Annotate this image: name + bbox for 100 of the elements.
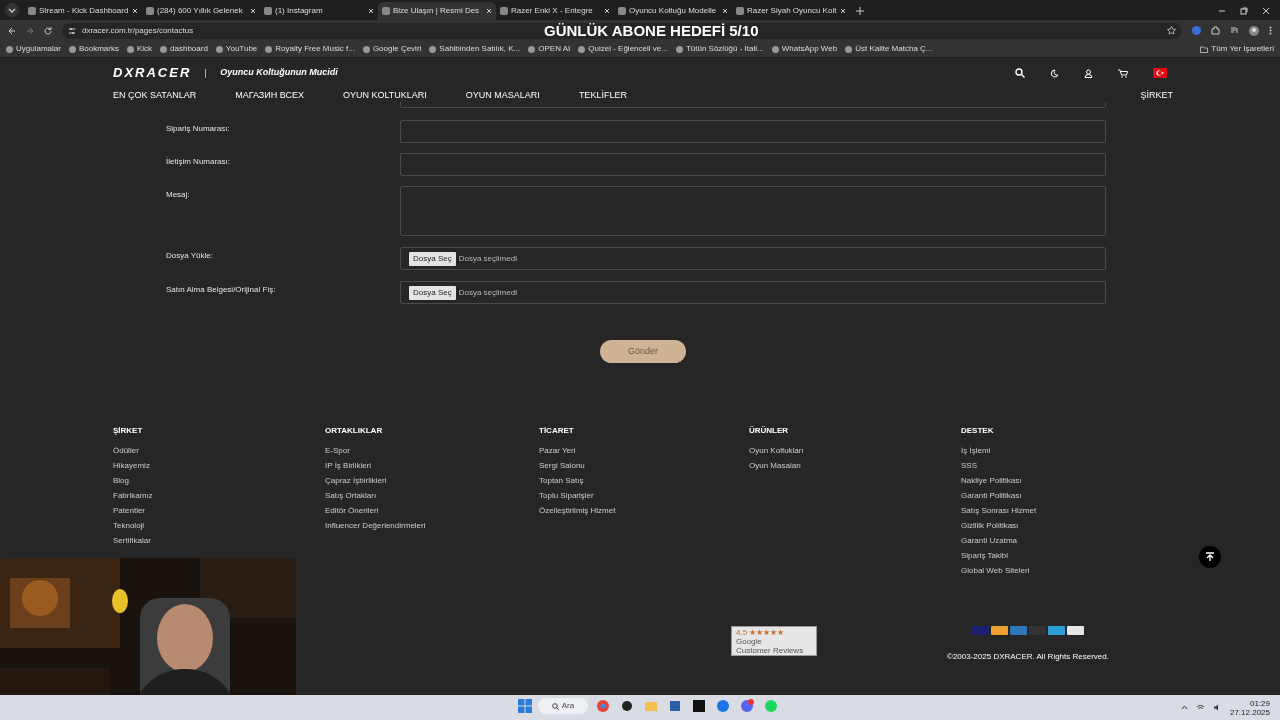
bookmark-item[interactable]: WhatsApp Web xyxy=(771,43,838,55)
footer-link[interactable]: Oyun Masaları xyxy=(749,461,802,471)
forward-icon[interactable] xyxy=(26,26,34,35)
footer-link[interactable]: Pazar Yeri xyxy=(539,446,576,456)
browser-tab[interactable]: Razer Siyah Oyuncu Kolt xyxy=(732,2,850,20)
submit-button[interactable]: Gönder xyxy=(600,340,686,363)
browser-tab[interactable]: (284) 600 Yıllık Gelenek xyxy=(142,2,260,20)
footer-link[interactable]: Editör Önerileri xyxy=(325,506,379,516)
footer-link[interactable]: Toptan Satış xyxy=(539,476,584,486)
nav-link[interactable]: OYUN KOLTUKLARI xyxy=(343,89,427,103)
dropdown-icon[interactable] xyxy=(4,2,20,18)
footer-link[interactable]: Blog xyxy=(113,476,129,486)
bookmark-item[interactable]: Quizei - Eğlenceli ve... xyxy=(578,43,668,55)
review-badge[interactable]: 4.5 ★★★★★ Google Customer Reviews xyxy=(731,626,817,656)
chevron-up-icon[interactable] xyxy=(1180,705,1188,710)
footer-link[interactable]: Satış Ortakları xyxy=(325,491,377,501)
network-icon[interactable] xyxy=(1195,704,1205,711)
bookmark-item[interactable]: Üst Kalite Matcha Ç... xyxy=(845,43,933,55)
footer-link[interactable]: Sertifikalar xyxy=(113,536,151,546)
footer-link[interactable]: Sergi Salonu xyxy=(539,461,585,471)
footer-link[interactable]: Oyun Koltukları xyxy=(749,446,804,456)
bookmark-item[interactable]: Tütün Sözlüğü - İtali... xyxy=(675,43,764,55)
browser-tab[interactable]: Oyuncu Koltuğu Modelle xyxy=(614,2,732,20)
avatar-icon[interactable] xyxy=(1249,25,1259,36)
footer-link[interactable]: İş İşlemi xyxy=(961,446,991,456)
bookmark-item[interactable]: Royalty Free Music f... xyxy=(265,43,355,55)
close-icon[interactable] xyxy=(604,8,610,14)
browser-tab[interactable]: Razer Enki X - Entegre xyxy=(496,2,614,20)
app-icon[interactable] xyxy=(620,699,634,713)
file-upload-field[interactable]: Dosya Seç Dosya seçilmedi xyxy=(400,247,1106,270)
user-icon[interactable] xyxy=(1084,68,1093,78)
footer-link[interactable]: IP İş Birlikleri xyxy=(325,461,372,471)
bookmark-item[interactable]: dashboard xyxy=(160,43,208,55)
store-icon[interactable] xyxy=(668,699,682,713)
chat-icon[interactable] xyxy=(740,699,754,713)
browser-icon[interactable] xyxy=(596,699,610,713)
all-bookmarks[interactable]: Tüm Yer İşaretleri xyxy=(1200,43,1274,55)
bookmark-item[interactable]: OPEN AI xyxy=(528,43,571,55)
browser-tab[interactable]: Bize Ulaşın | Resmi Des xyxy=(378,2,496,20)
footer-link[interactable]: Patentler xyxy=(113,506,146,516)
footer-link[interactable]: Garanti Uzatma xyxy=(961,536,1018,546)
nav-link[interactable]: TEKLİFLER xyxy=(578,89,627,103)
nav-link[interactable]: ŞİRKET xyxy=(1140,89,1173,103)
bookmark-item[interactable]: Google Çeviri xyxy=(362,43,422,55)
footer-link[interactable]: Çapraz İşbirlikleri xyxy=(325,476,387,486)
footer-link[interactable]: Teknoloji xyxy=(113,521,145,531)
nav-link[interactable]: МАГАЗИН ВСЕХ xyxy=(235,89,304,103)
file-upload-field[interactable]: Dosya Seç Dosya seçilmedi xyxy=(400,281,1106,304)
footer-link[interactable]: SSS xyxy=(961,461,977,471)
footer-link[interactable]: Özelleştirilmiş Hizmet xyxy=(539,506,616,516)
star-icon[interactable] xyxy=(1167,26,1176,35)
close-icon[interactable] xyxy=(368,8,374,14)
choose-file-button[interactable]: Dosya Seç xyxy=(409,285,456,300)
browser-tab[interactable]: (1) Instagram xyxy=(260,2,378,20)
close-icon[interactable] xyxy=(250,8,256,14)
close-icon[interactable] xyxy=(1262,7,1270,15)
extension-icon[interactable] xyxy=(1192,26,1201,35)
message-field[interactable] xyxy=(400,186,1106,236)
footer-link[interactable]: Fabrikamız xyxy=(113,491,153,501)
footer-link[interactable]: Gizlilik Politikası xyxy=(961,521,1019,531)
close-icon[interactable] xyxy=(840,8,846,14)
footer-link[interactable]: Garanti Politikası xyxy=(961,491,1022,501)
search-icon[interactable] xyxy=(1015,68,1025,78)
input-field[interactable] xyxy=(400,153,1106,176)
terminal-icon[interactable] xyxy=(692,699,706,713)
close-icon[interactable] xyxy=(132,8,138,14)
bookmark-item[interactable]: Kick xyxy=(126,43,153,55)
reload-icon[interactable] xyxy=(44,26,52,35)
choose-file-button[interactable]: Dosya Seç xyxy=(409,251,456,266)
bookmark-item[interactable]: YouTube xyxy=(215,43,258,55)
scroll-to-top-button[interactable] xyxy=(1199,546,1221,568)
nav-link[interactable]: OYUN MASALARI xyxy=(465,89,540,103)
menu-icon[interactable] xyxy=(1269,26,1272,35)
footer-link[interactable]: E-Spor xyxy=(325,446,350,456)
footer-link[interactable]: Hikayemiz xyxy=(113,461,150,471)
footer-link[interactable]: Toplu Siparişler xyxy=(539,491,594,501)
bookmark-item[interactable]: Uygulamalar xyxy=(6,43,61,55)
bookmark-item[interactable]: Bookmarks xyxy=(68,43,119,55)
nav-link[interactable]: EN ÇOK SATANLAR xyxy=(113,89,197,103)
minimize-icon[interactable] xyxy=(1218,7,1226,15)
new-tab-icon[interactable] xyxy=(856,7,864,15)
footer-link[interactable]: Influencer Değerlendirmeleri xyxy=(325,521,426,531)
taskbar-search[interactable]: Ara xyxy=(538,698,588,714)
close-icon[interactable] xyxy=(722,8,728,14)
cart-icon[interactable] xyxy=(1118,68,1128,78)
input-field[interactable] xyxy=(400,120,1106,143)
logo[interactable]: DXRACER xyxy=(113,63,192,83)
moon-icon[interactable] xyxy=(1050,68,1059,78)
windows-start-icon[interactable] xyxy=(518,699,532,713)
browser-tab[interactable]: Stream - Kick Dashboard xyxy=(24,2,142,20)
footer-link[interactable]: Satış Sonrası Hizmet xyxy=(961,506,1037,516)
footer-link[interactable]: Ödüller xyxy=(113,446,139,456)
bookmark-item[interactable]: Sahibinden Satılık, K... xyxy=(429,43,521,55)
flag-icon[interactable] xyxy=(1153,68,1167,78)
close-icon[interactable] xyxy=(486,8,492,14)
footer-link[interactable]: Global Web Siteleri xyxy=(961,566,1030,576)
footer-link[interactable]: Sipariş Takibi xyxy=(961,551,1008,561)
restore-icon[interactable] xyxy=(1240,7,1248,15)
footer-link[interactable]: Nakliye Politikası xyxy=(961,476,1022,486)
back-icon[interactable] xyxy=(8,26,16,35)
